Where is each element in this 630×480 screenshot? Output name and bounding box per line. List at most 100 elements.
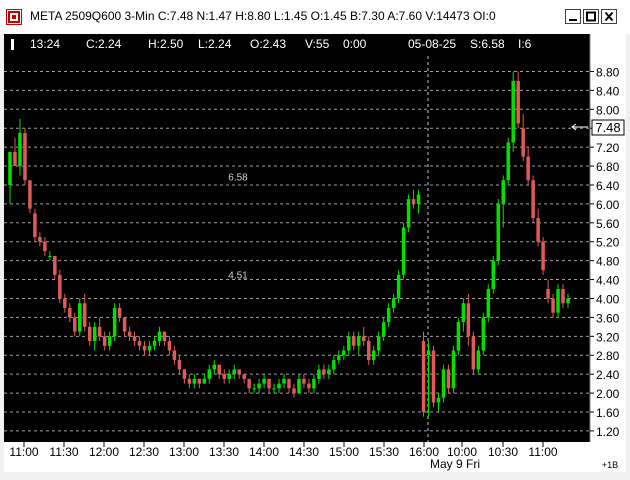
- candle-body: [8, 151, 12, 185]
- candle-body: [227, 374, 231, 379]
- corner-label: +1B: [602, 460, 618, 470]
- price-tick-label: 7.20: [596, 141, 620, 155]
- info-field: H:2.50: [148, 37, 184, 51]
- price-annotation: 6.58: [228, 172, 248, 183]
- info-field: L:2.24: [198, 37, 232, 51]
- maximize-icon: [586, 11, 596, 22]
- candle-body: [441, 369, 446, 398]
- candle-body: [107, 336, 112, 346]
- candle-body: [97, 326, 102, 337]
- candle-body: [406, 199, 411, 228]
- minimize-button[interactable]: [565, 9, 581, 24]
- info-field: 0:00: [343, 37, 367, 51]
- candle-body: [511, 80, 515, 143]
- candle-body: [187, 378, 192, 384]
- candle-body: [267, 378, 271, 389]
- title-bar[interactable]: META 2509Q600 3-Min C:7.48 N:1.47 H:8.80…: [0, 0, 630, 35]
- date-label: May 9 Fri: [430, 457, 480, 471]
- info-field: S:6.58: [470, 37, 505, 51]
- candle-body: [177, 359, 182, 370]
- candle-body: [496, 203, 500, 261]
- time-tick-label: 10:30: [488, 445, 518, 459]
- candle-body: [257, 383, 261, 389]
- candle-body: [247, 378, 251, 389]
- candle-body: [63, 298, 67, 308]
- plot-area[interactable]: [4, 34, 590, 442]
- candle-body: [342, 350, 346, 356]
- candle-body: [317, 369, 321, 379]
- candle-body: [332, 359, 336, 370]
- candle: [396, 270, 401, 304]
- candle-body: [521, 128, 525, 157]
- time-tick-label: 11:00: [9, 445, 38, 459]
- candle-body: [506, 142, 510, 181]
- time-tick-label: 14:30: [289, 445, 319, 459]
- candle-body: [366, 341, 371, 360]
- candle: [491, 255, 496, 294]
- candle-body: [73, 317, 77, 332]
- candle-body: [561, 289, 565, 304]
- price-tick-label: 3.20: [596, 330, 620, 344]
- close-button[interactable]: [601, 9, 617, 24]
- candle-body: [152, 341, 157, 346]
- candle: [406, 194, 411, 233]
- app-icon: [6, 9, 22, 25]
- candle: [28, 180, 32, 214]
- price-tick-label: 5.60: [596, 217, 620, 231]
- price-tick-label: 4.00: [596, 292, 620, 306]
- price-tick-label: 8.00: [596, 103, 620, 117]
- price-tick-label: 6.00: [596, 198, 620, 212]
- candle-body: [546, 289, 550, 299]
- candle-body: [486, 289, 491, 318]
- candle-body: [526, 156, 530, 181]
- candle-body: [566, 298, 570, 304]
- info-field: O:2.43: [250, 37, 286, 51]
- candle-body: [322, 369, 326, 375]
- candle-body: [23, 132, 27, 181]
- time-tick-label: 12:00: [89, 445, 119, 459]
- candle-body: [167, 341, 172, 351]
- candle-body: [78, 303, 82, 332]
- candle-body: [327, 369, 331, 375]
- candle-body: [421, 341, 426, 412]
- window-title: META 2509Q600 3-Min C:7.48 N:1.47 H:8.80…: [30, 9, 496, 23]
- candle-body: [217, 364, 221, 375]
- time-tick-label: 14:00: [249, 445, 279, 459]
- candle-body: [371, 350, 376, 360]
- candle-body: [147, 345, 152, 351]
- candle-body: [431, 350, 436, 403]
- candle-body: [411, 199, 416, 204]
- minimize-icon: [569, 19, 577, 21]
- candle-body: [53, 255, 57, 275]
- price-tick-label: 3.60: [596, 311, 620, 325]
- candle-body: [451, 350, 456, 389]
- maximize-button[interactable]: [583, 9, 599, 24]
- candle-body: [376, 336, 381, 351]
- candle: [496, 199, 500, 266]
- candle-body: [212, 364, 217, 370]
- candle-body: [122, 317, 127, 332]
- candle-body: [277, 383, 281, 389]
- candle: [456, 317, 461, 356]
- candle-body: [282, 378, 286, 384]
- price-tick-label: 6.40: [596, 179, 620, 193]
- price-chart[interactable]: 13:24 C:2.24 H:2.50 L:2.24 O:2.43 V:55 0:00 05-…: [0, 34, 630, 480]
- candle-body: [471, 336, 476, 370]
- candle-body: [28, 180, 32, 209]
- candle-body: [112, 307, 117, 337]
- candle-body: [162, 331, 167, 342]
- candle-body: [182, 369, 187, 379]
- price-tick-label: 2.80: [596, 349, 620, 363]
- candle: [431, 345, 436, 408]
- candle-body: [222, 374, 226, 379]
- chart-window: META 2509Q600 3-Min C:7.48 N:1.47 H:8.80…: [0, 0, 630, 480]
- price-tick-label: 2.40: [596, 368, 620, 382]
- candle-body: [456, 322, 461, 351]
- info-field: 05-08-25: [408, 37, 456, 51]
- candle-body: [68, 307, 72, 318]
- candle: [511, 71, 515, 152]
- price-tick-label: 2.00: [596, 387, 620, 401]
- price-tick-label: 1.60: [596, 406, 620, 420]
- info-field: C:2.24: [86, 37, 122, 51]
- candle-body: [132, 336, 137, 342]
